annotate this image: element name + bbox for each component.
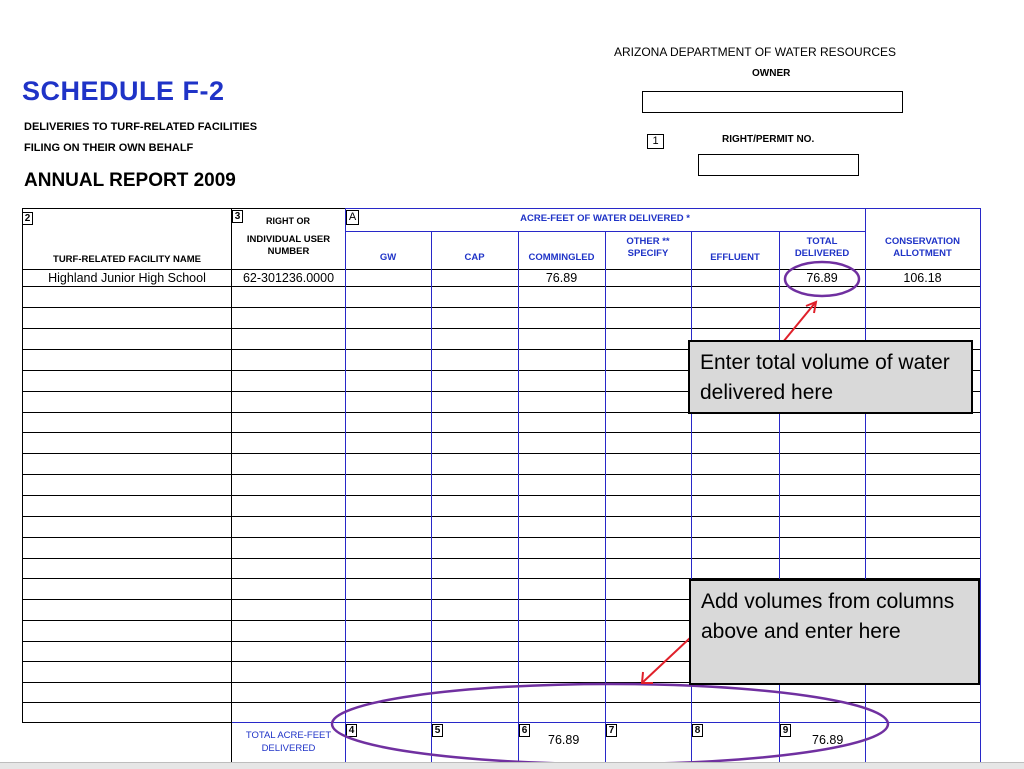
callout-arrow-1 xyxy=(782,300,818,343)
callout-total-volume: Enter total volume of water delivered he… xyxy=(688,340,973,414)
total-delivered-highlight-oval xyxy=(783,260,861,298)
totals-row-highlight-oval xyxy=(330,682,890,766)
callout-arrow-2 xyxy=(640,637,691,684)
callout-add-volumes: Add volumes from columns above and enter… xyxy=(689,579,980,685)
